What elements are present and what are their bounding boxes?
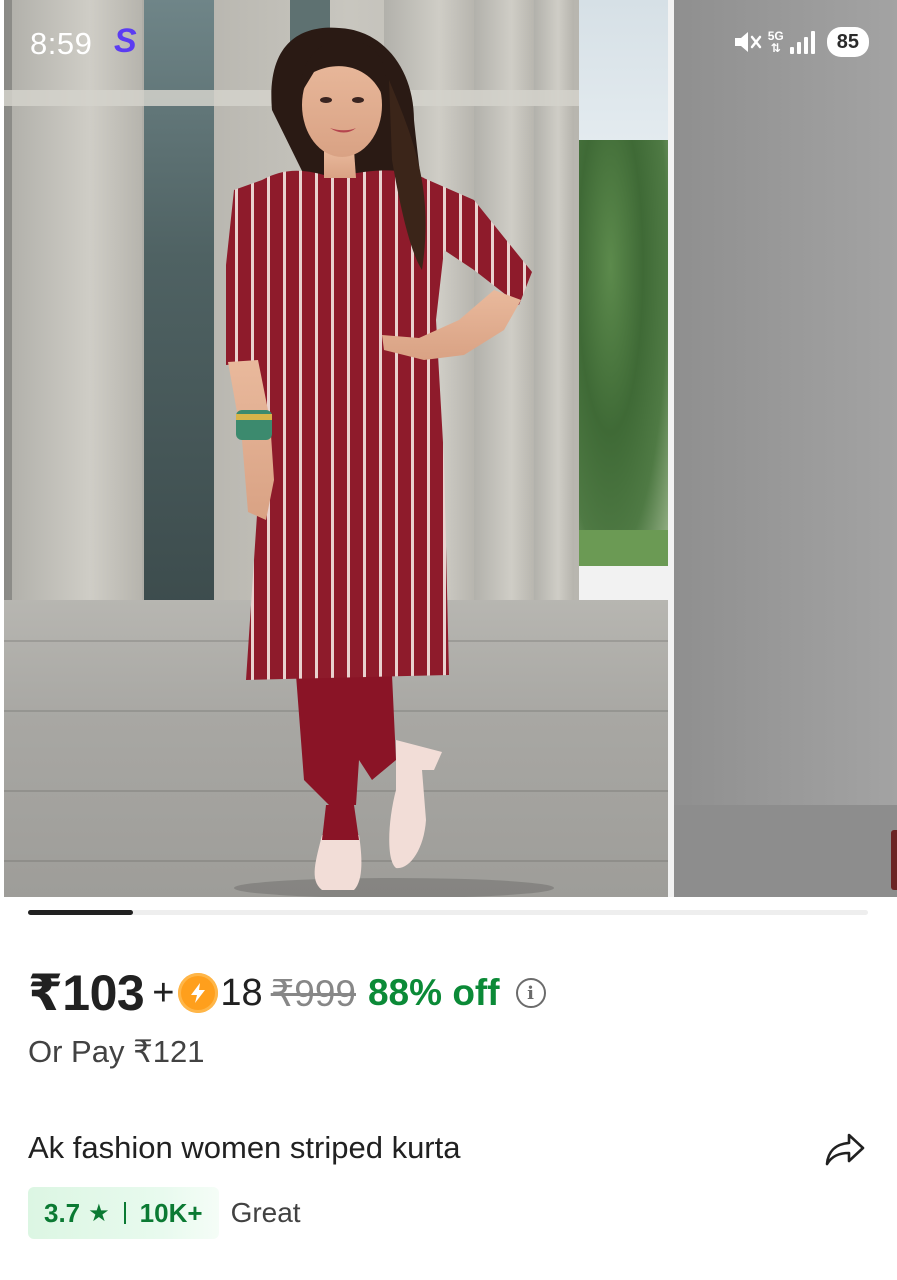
network-type-icon: 5G ⇅ — [768, 30, 784, 54]
rating-value: 3.7 — [44, 1197, 81, 1228]
rating-row[interactable]: 3.7 ★ 10K+ Great — [28, 1186, 301, 1240]
price-row: ₹103 + 18 ₹999 88% off i — [28, 958, 546, 1028]
next-image-floor — [674, 805, 897, 897]
status-bar: 8:59 S 5G ⇅ 85 — [0, 0, 897, 84]
selling-price: ₹103 — [28, 965, 145, 1021]
star-icon: ★ — [88, 1199, 110, 1227]
model-figure — [226, 27, 554, 897]
app-notification-icon: S — [114, 22, 137, 60]
rating-label: Great — [230, 1197, 301, 1228]
or-pay-price: Or Pay ₹121 — [28, 1034, 205, 1069]
signal-bar — [803, 37, 808, 54]
lightning-icon — [191, 983, 206, 1003]
mrp-price: ₹999 — [270, 972, 356, 1014]
rating-count: 10K+ — [139, 1197, 203, 1228]
battery-indicator: 85 — [826, 27, 869, 57]
carousel-progress-track — [28, 910, 868, 915]
signal-bar — [789, 47, 794, 54]
share-icon — [825, 1133, 865, 1166]
plus-sign: + — [152, 971, 175, 1014]
product-image-carousel[interactable] — [4, 0, 897, 897]
product-title: Ak fashion women striped kurta — [28, 1130, 461, 1165]
carousel-progress-thumb — [28, 910, 133, 915]
mute-icon — [734, 32, 761, 52]
rating-badge[interactable]: 3.7 ★ 10K+ — [28, 1187, 219, 1239]
discount-percent: 88% off — [367, 972, 500, 1013]
signal-bar — [796, 42, 801, 54]
share-button[interactable] — [820, 1128, 870, 1172]
rating-divider — [123, 1202, 126, 1224]
supercoin-icon — [178, 973, 219, 1013]
status-time: 8:59 — [30, 26, 93, 61]
signal-bar — [810, 31, 815, 54]
product-image-next[interactable] — [674, 0, 897, 897]
status-icons: 5G ⇅ 85 — [732, 24, 869, 60]
next-image-figure-edge — [891, 830, 897, 890]
data-arrows-icon: ⇅ — [770, 41, 781, 55]
price-info-icon[interactable]: i — [515, 978, 546, 1008]
signal-strength-icon — [789, 30, 815, 54]
product-image-main[interactable] — [4, 0, 668, 897]
supercoin-amount: 18 — [220, 971, 263, 1014]
